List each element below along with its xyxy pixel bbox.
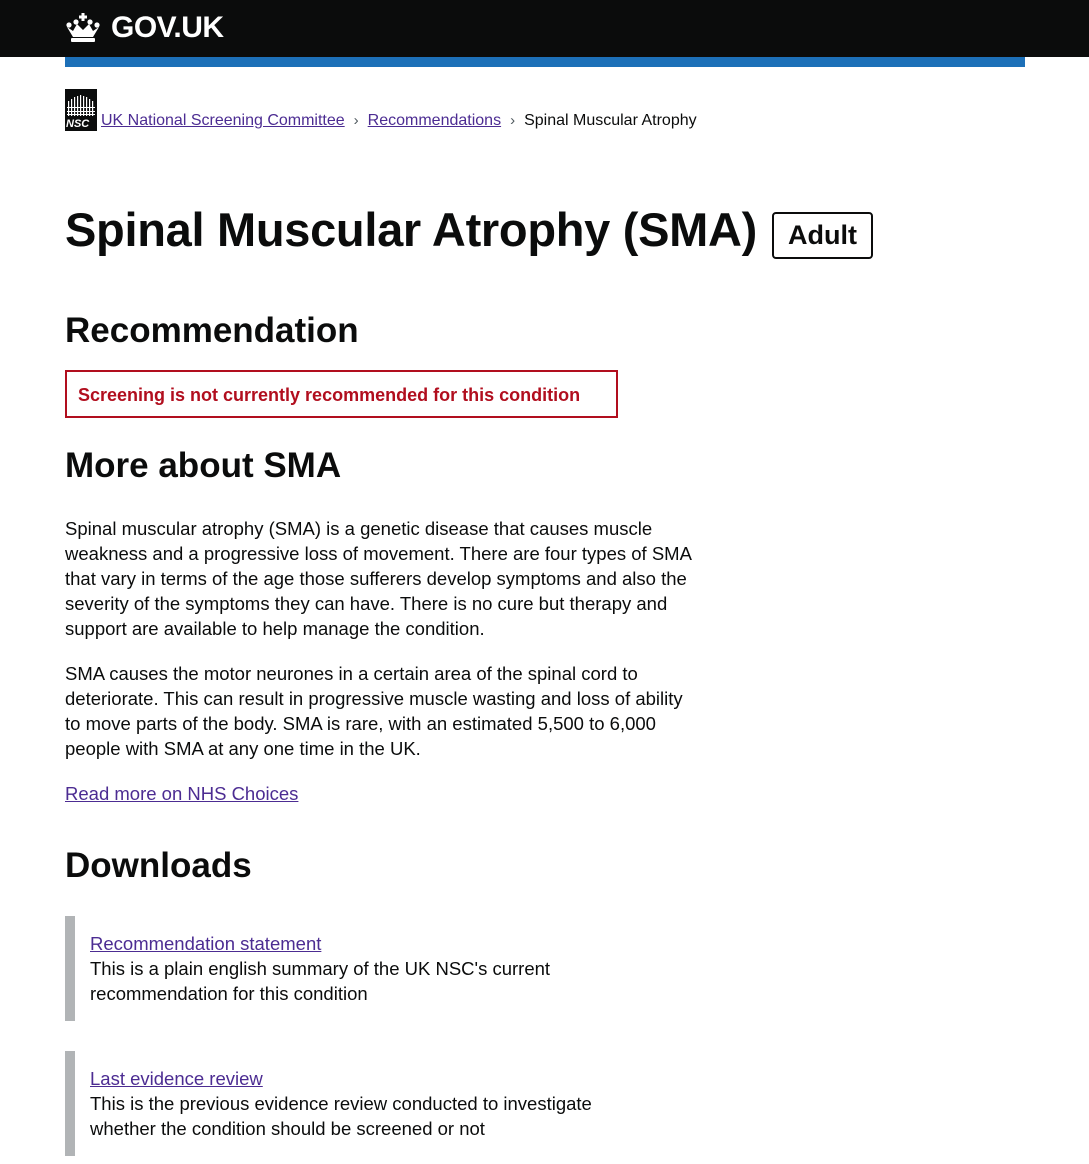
evidence-review-link[interactable]: Last evidence review	[90, 1051, 650, 1091]
recommendation-statement-link[interactable]: Recommendation statement	[90, 916, 650, 956]
crown-icon	[66, 13, 100, 42]
nhs-choices-link[interactable]: Read more on NHS Choices	[65, 781, 298, 806]
download-description: This is a plain english summary of the U…	[90, 958, 551, 1004]
recommendation-heading: Recommendation	[65, 311, 359, 350]
description-paragraph: Spinal muscular atrophy (SMA) is a genet…	[65, 518, 691, 639]
recommendation-status-box: Screening is not currently recommended f…	[65, 370, 618, 418]
download-item: Last evidence review This is the previou…	[65, 1051, 650, 1156]
govuk-logotype: GOV.UK	[111, 11, 224, 44]
downloads-heading: Downloads	[65, 846, 252, 885]
breadcrumb-link-nsc[interactable]: UK National Screening Committee	[101, 111, 345, 131]
nsc-logo-text: NSC	[66, 118, 90, 130]
population-tag: Adult	[772, 211, 873, 259]
breadcrumb-current: Spinal Muscular Atrophy	[524, 112, 697, 129]
page-title-row: Spinal Muscular Atrophy (SMA) Adult	[65, 200, 873, 260]
download-description: This is the previous evidence review con…	[90, 1093, 592, 1139]
chevron-right-icon: ›	[510, 112, 516, 129]
chevron-right-icon: ›	[353, 112, 359, 129]
breadcrumb: NSC UK National Screening Committee › Re…	[65, 89, 697, 131]
header-accent-bar	[65, 57, 1025, 67]
description-paragraph: SMA causes the motor neurones in a certa…	[65, 663, 683, 759]
govuk-home-link[interactable]: GOV.UK	[65, 11, 224, 45]
nsc-logo: NSC	[65, 89, 97, 131]
breadcrumb-link-recommendations[interactable]: Recommendations	[368, 111, 501, 131]
more-about-heading: More about SMA	[65, 446, 342, 485]
page-title: Spinal Muscular Atrophy (SMA)	[65, 203, 757, 256]
recommendation-status: Screening is not currently recommended f…	[78, 385, 581, 405]
govuk-header: GOV.UK	[0, 0, 1089, 57]
download-item: Recommendation statement This is a plain…	[65, 916, 650, 1021]
